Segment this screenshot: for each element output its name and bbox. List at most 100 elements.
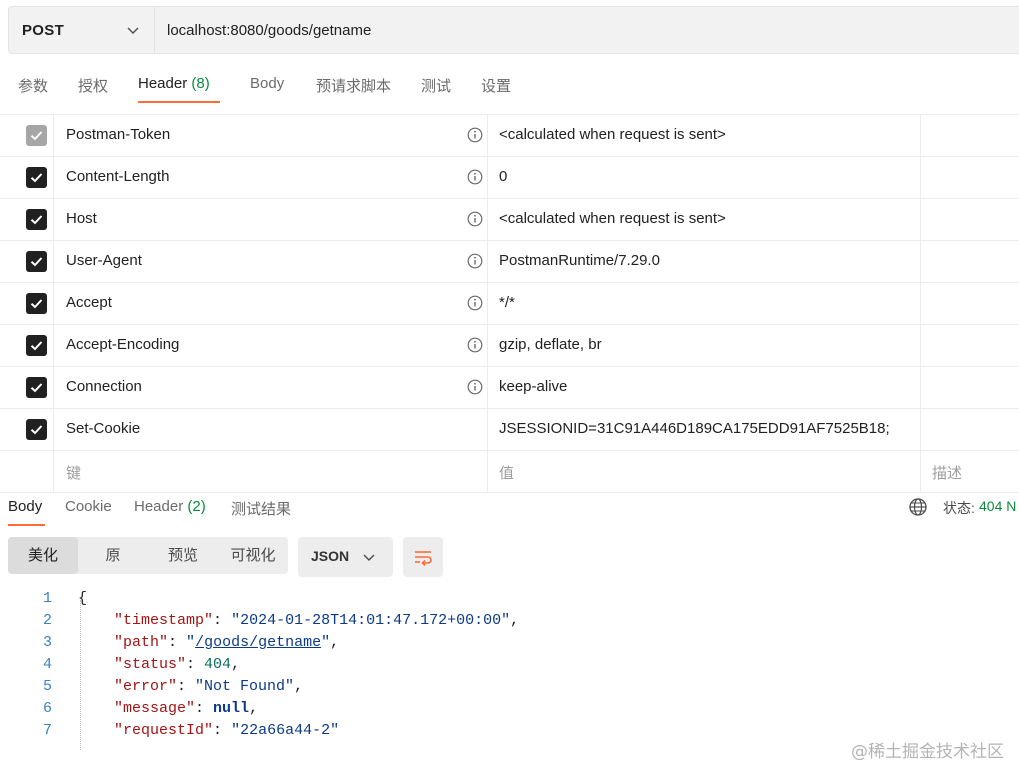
tab-params[interactable]: 参数 xyxy=(18,75,48,96)
info-icon[interactable] xyxy=(467,253,483,269)
header-key: User-Agent xyxy=(66,252,142,269)
header-value-cell[interactable]: JSESSIONID=31C91A446D189CA175EDD91AF7525… xyxy=(488,409,921,450)
header-checkbox[interactable] xyxy=(26,167,47,188)
value-placeholder: 值 xyxy=(499,465,515,482)
info-icon[interactable] xyxy=(467,295,483,311)
header-value-cell[interactable]: keep-alive xyxy=(488,367,921,408)
path-link[interactable]: /goods/getname xyxy=(195,634,321,651)
new-header-row: 键 值 描述 xyxy=(0,451,1019,493)
header-checkbox[interactable] xyxy=(26,377,47,398)
header-value-cell[interactable]: <calculated when request is sent> xyxy=(488,115,921,156)
header-enable-cell xyxy=(0,325,54,366)
header-value-cell[interactable]: 0 xyxy=(488,157,921,198)
header-checkbox[interactable] xyxy=(26,125,47,146)
line-number: 3 xyxy=(42,634,52,651)
header-checkbox[interactable] xyxy=(26,335,47,356)
code-text: "message": null, xyxy=(114,700,259,717)
format-select[interactable]: JSON xyxy=(298,537,393,577)
header-enable-cell xyxy=(0,367,54,408)
globe-icon[interactable] xyxy=(908,497,928,517)
line-number: 6 xyxy=(42,700,52,717)
header-value: 0 xyxy=(499,168,508,185)
header-key-cell[interactable]: Accept-Encoding xyxy=(53,325,488,366)
info-icon[interactable] xyxy=(467,211,483,227)
header-description-cell[interactable] xyxy=(921,199,1019,240)
header-description-cell[interactable] xyxy=(921,367,1019,408)
info-icon[interactable] xyxy=(467,169,483,185)
line-number: 1 xyxy=(42,590,52,607)
tab-response-headers-count: (2) xyxy=(187,498,206,515)
header-checkbox[interactable] xyxy=(26,293,47,314)
header-key-cell[interactable]: Postman-Token xyxy=(53,115,488,156)
header-checkbox[interactable] xyxy=(26,251,47,272)
header-enable-cell xyxy=(0,409,54,450)
header-enable-cell xyxy=(0,115,54,156)
tab-test-results[interactable]: 测试结果 xyxy=(231,498,291,519)
code-text: "timestamp": "2024-01-28T14:01:47.172+00… xyxy=(114,612,520,629)
header-value: JSESSIONID=31C91A446D189CA175EDD91AF7525… xyxy=(499,420,890,437)
request-tabs: 参数 授权 Header (8) Body 预请求脚本 测试 设置 xyxy=(0,66,1019,106)
tab-body[interactable]: Body xyxy=(250,75,284,92)
header-key-cell[interactable]: Content-Length xyxy=(53,157,488,198)
active-response-tab-indicator xyxy=(8,524,45,526)
header-enable-cell xyxy=(0,241,54,282)
tab-headers[interactable]: Header (8) xyxy=(138,75,210,92)
active-tab-indicator xyxy=(138,101,220,103)
description-placeholder: 描述 xyxy=(932,465,963,482)
line-number: 2 xyxy=(42,612,52,629)
info-icon[interactable] xyxy=(467,337,483,353)
line-number: 5 xyxy=(42,678,52,695)
new-value-input[interactable]: 值 xyxy=(488,451,921,492)
header-description-cell[interactable] xyxy=(921,241,1019,282)
info-icon[interactable] xyxy=(467,127,483,143)
header-value-cell[interactable]: */* xyxy=(488,283,921,324)
tab-auth[interactable]: 授权 xyxy=(78,75,108,96)
tab-pre-request-script[interactable]: 预请求脚本 xyxy=(316,75,391,96)
header-checkbox[interactable] xyxy=(26,419,47,440)
header-row: User-Agent PostmanRuntime/7.29.0 xyxy=(0,241,1019,283)
new-key-input[interactable]: 键 xyxy=(53,451,488,492)
header-key-cell[interactable]: Connection xyxy=(53,367,488,408)
header-key-cell[interactable]: Set-Cookie xyxy=(53,409,488,450)
tab-response-cookie[interactable]: Cookie xyxy=(65,498,112,515)
tab-tests[interactable]: 测试 xyxy=(421,75,451,96)
code-line: 5 "error": "Not Found", xyxy=(0,678,1019,700)
wrap-lines-button[interactable] xyxy=(403,537,443,577)
header-value-cell[interactable]: PostmanRuntime/7.29.0 xyxy=(488,241,921,282)
header-key: Set-Cookie xyxy=(66,420,141,437)
watermark: @稀土掘金技术社区 xyxy=(851,742,1004,762)
url-input[interactable]: localhost:8080/goods/getname xyxy=(167,22,371,39)
status-label: 状态: xyxy=(943,500,975,516)
code-line: 4 "status": 404, xyxy=(0,656,1019,678)
header-key-cell[interactable]: Accept xyxy=(53,283,488,324)
tab-headers-count: (8) xyxy=(191,75,210,92)
header-key-cell[interactable]: Host xyxy=(53,199,488,240)
info-icon[interactable] xyxy=(467,379,483,395)
status-code: 404 N xyxy=(979,498,1017,514)
view-pretty-button[interactable]: 美化 xyxy=(8,537,78,574)
tab-settings[interactable]: 设置 xyxy=(481,75,511,96)
header-description-cell[interactable] xyxy=(921,283,1019,324)
view-preview-button[interactable]: 预览 xyxy=(148,537,218,574)
header-row: Set-Cookie JSESSIONID=31C91A446D189CA175E… xyxy=(0,409,1019,451)
request-url-bar: POST localhost:8080/goods/getname xyxy=(8,6,1019,54)
header-value: gzip, deflate, br xyxy=(499,336,602,353)
header-row: Accept-Encoding gzip, deflate, br xyxy=(0,325,1019,367)
header-description-cell[interactable] xyxy=(921,115,1019,156)
header-key-cell[interactable]: User-Agent xyxy=(53,241,488,282)
header-value-cell[interactable]: <calculated when request is sent> xyxy=(488,199,921,240)
view-mode-toggle: 美化 原 预览 可视化 xyxy=(8,537,288,574)
header-key: Connection xyxy=(66,378,142,395)
header-description-cell[interactable] xyxy=(921,157,1019,198)
tab-response-headers[interactable]: Header (2) xyxy=(134,498,206,515)
new-description-input[interactable]: 描述 xyxy=(921,451,1019,492)
header-description-cell[interactable] xyxy=(921,325,1019,366)
method-select[interactable]: POST xyxy=(9,7,155,53)
header-key: Content-Length xyxy=(66,168,170,185)
view-raw-button[interactable]: 原 xyxy=(78,537,148,574)
header-checkbox[interactable] xyxy=(26,209,47,230)
header-value-cell[interactable]: gzip, deflate, br xyxy=(488,325,921,366)
view-visualize-button[interactable]: 可视化 xyxy=(218,537,288,574)
tab-response-body[interactable]: Body xyxy=(8,498,42,515)
header-description-cell[interactable] xyxy=(921,409,1019,450)
